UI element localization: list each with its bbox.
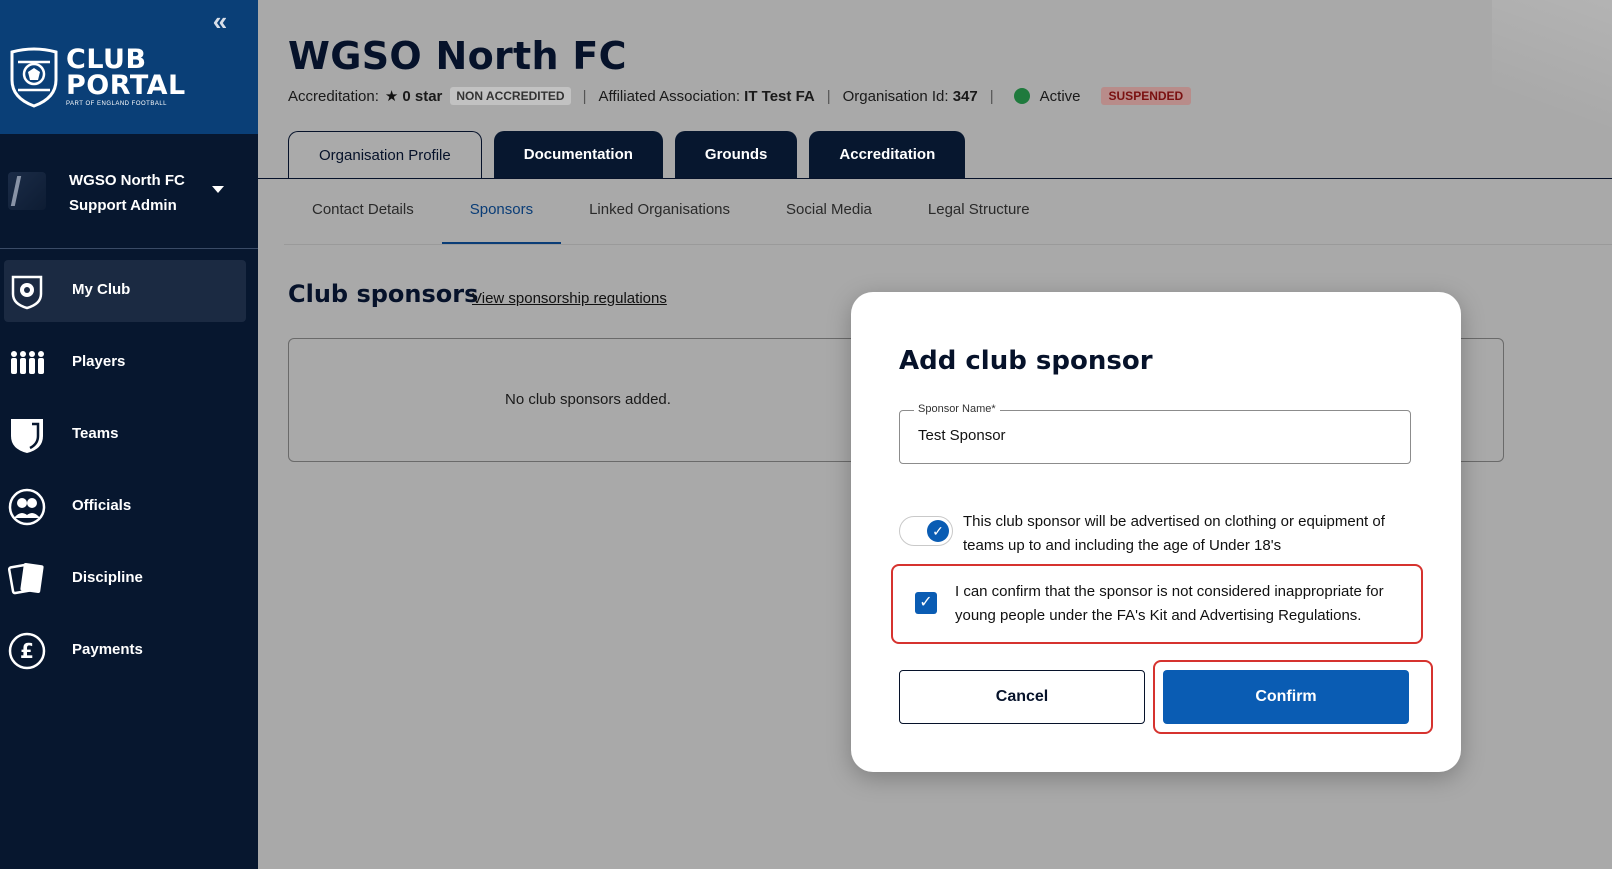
accreditation-badge: NON ACCREDITED [450, 87, 571, 105]
org-id-label: Organisation Id: [842, 87, 949, 105]
sidebar-item-label: Officials [72, 497, 132, 514]
section-title: Club sponsors [288, 280, 479, 308]
page-title: WGSO North FC [288, 34, 627, 78]
main-tabs: Organisation Profile Documentation Groun… [288, 131, 977, 179]
subtab-legal-structure[interactable]: Legal Structure [900, 196, 1058, 244]
user-role: Support Admin [69, 197, 177, 214]
regulation-confirm-label: I can confirm that the sponsor is not co… [955, 583, 1384, 624]
user-avatar [8, 172, 46, 210]
regulation-confirmation-highlight: ✓ I can confirm that the sponsor is not … [891, 564, 1423, 644]
club-crest-icon [11, 275, 43, 310]
sidebar-item-officials[interactable]: Officials [0, 476, 258, 538]
header-decoration [1492, 0, 1612, 180]
players-icon [11, 351, 44, 374]
sponsor-name-input[interactable] [918, 427, 1388, 444]
sidebar-item-label: Teams [72, 425, 119, 442]
sponsorship-regulations-link[interactable]: View sponsorship regulations [472, 290, 667, 307]
status-badge: SUSPENDED [1100, 87, 1192, 105]
sponsor-name-label: Sponsor Name* [914, 403, 1000, 415]
cancel-button[interactable]: Cancel [899, 670, 1145, 724]
logo-title-line2: PORTAL [66, 70, 186, 101]
association-value: IT Test FA [744, 87, 815, 105]
meta-separator: | [826, 87, 831, 105]
sidebar: « CLUB PORTAL PART OF ENGLAND FOOTBALL W… [0, 0, 258, 869]
sidebar-header: « CLUB PORTAL PART OF ENGLAND FOOTBALL [0, 0, 258, 134]
meta-separator: | [582, 87, 587, 105]
status-dot-icon [1013, 88, 1030, 104]
logo-text: CLUB PORTAL PART OF ENGLAND FOOTBALL [66, 46, 186, 107]
dialog-title: Add club sponsor [899, 346, 1153, 376]
check-icon: ✓ [927, 520, 949, 542]
star-icon: ★ [384, 88, 399, 105]
sidebar-item-my-club[interactable]: My Club [4, 260, 246, 322]
sidebar-item-label: Discipline [72, 569, 143, 586]
sidebar-item-discipline[interactable]: Discipline [0, 548, 258, 610]
accreditation-value: 0 star [402, 87, 443, 105]
sub-tabs: Contact Details Sponsors Linked Organisa… [284, 196, 1058, 244]
subtab-contact-details[interactable]: Contact Details [284, 196, 442, 244]
pound-icon: £ [8, 632, 46, 670]
svg-text:£: £ [20, 639, 34, 663]
tab-grounds[interactable]: Grounds [674, 131, 798, 179]
subtab-linked-organisations[interactable]: Linked Organisations [561, 196, 758, 244]
confirm-button[interactable]: Confirm [1163, 670, 1409, 724]
association-label: Affiliated Association: [598, 87, 740, 105]
tabs-divider [258, 178, 1612, 179]
status-text: Active [1039, 87, 1081, 105]
shield-icon [11, 419, 43, 453]
org-meta: Accreditation: ★ 0 star NON ACCREDITED |… [288, 87, 1192, 105]
accreditation-label: Accreditation: [288, 87, 379, 105]
meta-separator: | [989, 87, 994, 105]
add-sponsor-dialog: Add club sponsor Sponsor Name* ✓ This cl… [851, 292, 1461, 772]
under-18-toggle-label: This club sponsor will be advertised on … [963, 513, 1385, 554]
user-info: WGSO North FC Support Admin [69, 168, 185, 218]
sidebar-item-payments[interactable]: £ Payments [0, 620, 258, 682]
tab-organisation-profile[interactable]: Organisation Profile [288, 131, 482, 179]
sidebar-item-label: Players [72, 353, 126, 370]
empty-state-text: No club sponsors added. [505, 391, 671, 408]
sidebar-divider [0, 248, 258, 249]
user-menu[interactable]: WGSO North FC Support Admin [0, 160, 258, 228]
tab-accreditation[interactable]: Accreditation [809, 131, 966, 179]
under-18-toggle[interactable]: ✓ [899, 516, 953, 546]
tab-documentation[interactable]: Documentation [493, 131, 663, 179]
officials-icon [8, 488, 46, 526]
logo-subtitle: PART OF ENGLAND FOOTBALL [66, 101, 168, 107]
caret-down-icon[interactable] [212, 186, 224, 193]
three-lions-crest-icon [10, 47, 58, 108]
cards-icon [8, 563, 44, 595]
sponsor-name-field[interactable]: Sponsor Name* [899, 403, 1411, 464]
subtab-sponsors[interactable]: Sponsors [441, 196, 562, 244]
user-org-name: WGSO North FC [69, 172, 185, 189]
sidebar-item-players[interactable]: Players [0, 332, 258, 394]
club-portal-logo[interactable]: CLUB PORTAL PART OF ENGLAND FOOTBALL [8, 46, 186, 108]
sidebar-item-teams[interactable]: Teams [0, 404, 258, 466]
sidebar-nav: My Club Players Teams Officials Discipli… [0, 260, 258, 692]
collapse-sidebar-button[interactable]: « [206, 8, 234, 34]
sidebar-item-label: My Club [72, 281, 131, 298]
sidebar-item-label: Payments [72, 641, 143, 658]
subtabs-divider [284, 244, 1612, 245]
org-id-value: 347 [952, 87, 978, 105]
subtab-social-media[interactable]: Social Media [758, 196, 900, 244]
regulation-confirm-checkbox[interactable]: ✓ [915, 592, 937, 614]
